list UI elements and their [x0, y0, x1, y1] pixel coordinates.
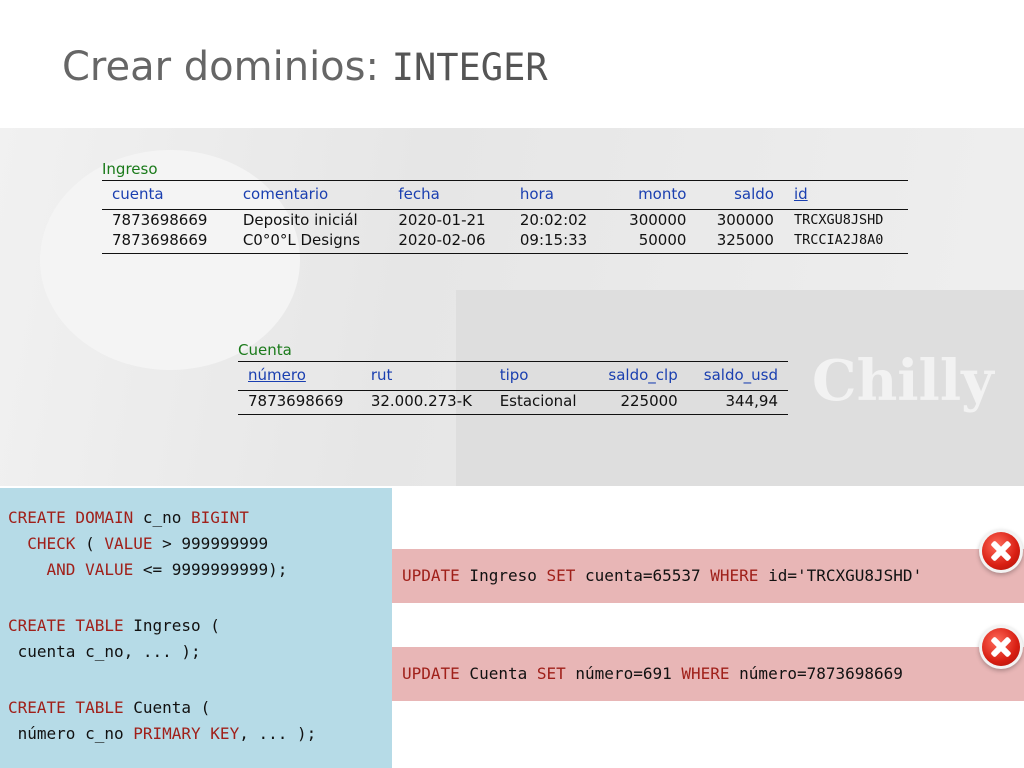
- sql-keyword: VALUE: [104, 534, 153, 553]
- table-cell: Estacional: [499, 392, 577, 410]
- sql-keyword: UPDATE: [402, 566, 460, 585]
- table-cell: 20:02:02: [519, 211, 588, 229]
- sql-keyword: UPDATE: [402, 664, 460, 683]
- table-cell: 225000: [620, 392, 678, 410]
- failed-update-statement: UPDATE Cuenta SET número=691 WHERE númer…: [392, 647, 1024, 701]
- sql-text: Cuenta: [459, 664, 537, 683]
- sql-statement: UPDATE Ingreso SET cuenta=65537 WHERE id…: [402, 566, 922, 585]
- table-row: 7873698669 32.000.273-K Estacional 22500…: [238, 391, 788, 415]
- cuenta-table: número rut tipo saldo_clp saldo_usd 7873…: [238, 361, 788, 415]
- table-cell: 32.000.273-K: [370, 392, 472, 410]
- code-line: CHECK ( VALUE > 999999999: [8, 531, 268, 557]
- sql-text: Ingreso: [459, 566, 547, 585]
- table-cell: Deposito iniciál: [242, 211, 358, 229]
- sql-text: > 999999999: [152, 534, 269, 553]
- column-header-key: id: [793, 185, 808, 203]
- sql-text: c_no: [133, 508, 192, 527]
- cuenta-table-block: Cuenta número rut tipo saldo_clp saldo_u…: [238, 341, 788, 415]
- table-row: 7873698669 Deposito iniciál 2020-01-21 2…: [102, 210, 908, 231]
- sql-keyword: CREATE TABLE: [8, 698, 124, 717]
- sql-text: (: [75, 534, 105, 553]
- sql-text: número=7873698669: [729, 664, 903, 683]
- sql-text: Ingreso (: [123, 616, 220, 635]
- table-cell: 344,94: [725, 392, 779, 410]
- sql-keyword: PRIMARY KEY: [133, 724, 240, 743]
- column-header: comentario: [242, 185, 329, 203]
- error-x-icon: [982, 532, 1020, 570]
- sql-text: Cuenta (: [123, 698, 211, 717]
- table-header-row: número rut tipo saldo_clp saldo_usd: [238, 361, 788, 391]
- sql-keyword: SET: [546, 566, 576, 585]
- table-cell: 7873698669: [112, 231, 208, 249]
- code-line: cuenta c_no, ... );: [8, 639, 201, 665]
- table-cell: 7873698669: [248, 392, 344, 410]
- table-cell: 2020-01-21: [398, 211, 486, 229]
- sql-keyword: AND VALUE: [46, 560, 134, 579]
- error-x-icon: [982, 628, 1020, 666]
- table-header-row: cuenta comentario fecha hora monto saldo…: [102, 180, 908, 210]
- code-line: número c_no PRIMARY KEY, ... );: [8, 721, 317, 747]
- ingreso-table-caption: Ingreso: [102, 160, 158, 178]
- sql-text: <= 9999999999);: [133, 560, 288, 579]
- sql-keyword: CREATE TABLE: [8, 616, 124, 635]
- table-cell: 300000: [629, 211, 687, 229]
- column-header: tipo: [499, 366, 529, 384]
- column-header: saldo_usd: [703, 366, 778, 384]
- sql-text: cuenta=65537: [575, 566, 711, 585]
- table-cell: 50000: [638, 231, 687, 249]
- sql-keyword: CHECK: [27, 534, 76, 553]
- table-cell: 300000: [716, 211, 774, 229]
- slide-title-code: INTEGER: [391, 46, 548, 89]
- sql-keyword: CREATE DOMAIN: [8, 508, 134, 527]
- column-header: saldo: [734, 185, 774, 203]
- sql-code-block: CREATE DOMAIN c_no BIGINT CHECK ( VALUE …: [0, 488, 392, 768]
- ingreso-table: cuenta comentario fecha hora monto saldo…: [102, 180, 908, 254]
- cuenta-table-caption: Cuenta: [238, 341, 292, 359]
- code-line: CREATE DOMAIN c_no BIGINT: [8, 505, 249, 531]
- sql-keyword: WHERE: [710, 566, 759, 585]
- sql-text: número=691: [565, 664, 682, 683]
- column-header: monto: [638, 185, 687, 203]
- table-cell: TRCXGU8JSHD: [793, 212, 884, 228]
- failed-update-statement: UPDATE Ingreso SET cuenta=65537 WHERE id…: [392, 549, 1024, 603]
- sql-text: cuenta c_no, ... );: [8, 642, 201, 661]
- background-watermark: Chilly: [812, 348, 994, 414]
- sql-text: id='TRCXGU8JSHD': [758, 566, 923, 585]
- slide-title-text: Crear dominios:: [62, 44, 392, 90]
- code-line: AND VALUE <= 9999999999);: [8, 557, 288, 583]
- sql-keyword: WHERE: [681, 664, 730, 683]
- table-row: 7873698669 C0°0°L Designs 2020-02-06 09:…: [102, 230, 908, 254]
- sql-keyword: SET: [536, 664, 566, 683]
- column-header: rut: [370, 366, 393, 384]
- slide-title: Crear dominios: INTEGER: [62, 44, 548, 90]
- code-line: CREATE TABLE Cuenta (: [8, 695, 210, 721]
- ingreso-table-block: Ingreso cuenta comentario fecha hora mon…: [102, 160, 908, 254]
- column-header: cuenta: [112, 185, 164, 203]
- sql-text: número c_no: [8, 724, 134, 743]
- table-cell: 2020-02-06: [398, 231, 486, 249]
- column-header: fecha: [398, 185, 440, 203]
- table-cell: 7873698669: [112, 211, 208, 229]
- table-cell: C0°0°L Designs: [242, 231, 361, 249]
- table-cell: 09:15:33: [519, 231, 588, 249]
- code-line: CREATE TABLE Ingreso (: [8, 613, 220, 639]
- sql-text: , ... );: [239, 724, 317, 743]
- sql-keyword: BIGINT: [191, 508, 249, 527]
- column-header-key: número: [248, 366, 306, 384]
- sql-statement: UPDATE Cuenta SET número=691 WHERE númer…: [402, 664, 903, 683]
- table-cell: TRCCIA2J8A0: [793, 232, 884, 248]
- table-cell: 325000: [716, 231, 774, 249]
- column-header: saldo_clp: [608, 366, 678, 384]
- column-header: hora: [519, 185, 554, 203]
